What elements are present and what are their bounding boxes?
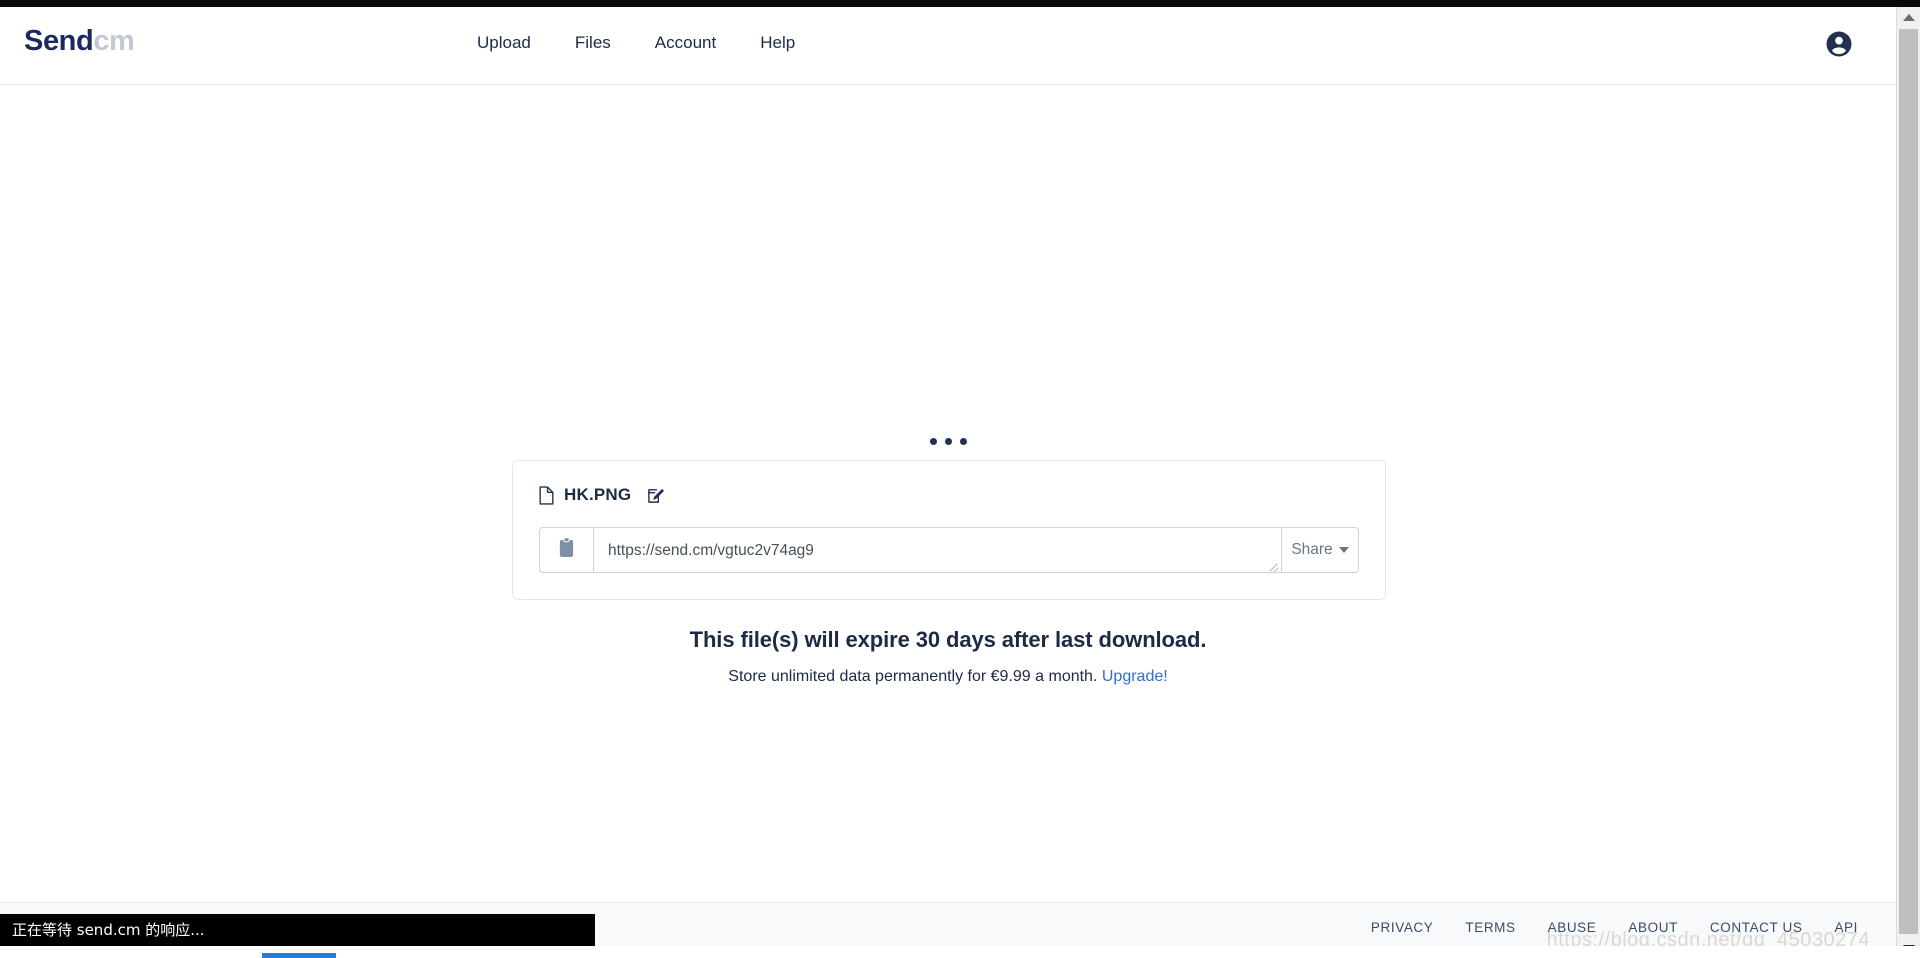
dot-2 — [944, 437, 952, 445]
file-title-row: HK.PNG — [539, 485, 1359, 505]
main-navigation: Upload Files Account Help — [455, 31, 817, 55]
footer-link-abuse[interactable]: ABUSE — [1532, 918, 1613, 938]
copy-to-clipboard-button[interactable] — [539, 527, 593, 573]
dot-3 — [959, 437, 967, 445]
site-logo[interactable]: Sendcm — [24, 23, 135, 59]
footer-link-api[interactable]: API — [1818, 918, 1874, 938]
share-dropdown-button[interactable]: Share — [1281, 527, 1359, 573]
chevron-down-icon — [1338, 547, 1349, 553]
clipboard-icon — [558, 537, 575, 563]
taskbar-active-indicator — [262, 953, 336, 958]
vertical-scrollbar[interactable] — [1896, 7, 1920, 958]
page-viewport: Sendcm Upload Files Account Help HK.PNG … — [0, 7, 1896, 958]
browser-status-bar: 正在等待 send.cm 的响应... — [0, 914, 595, 946]
share-link-value: https://send.cm/vgtuc2v74ag9 — [608, 542, 814, 559]
footer-links: PRIVACY TERMS ABUSE ABOUT CONTACT US API — [1355, 918, 1874, 938]
share-link-textarea[interactable]: https://send.cm/vgtuc2v74ag9 — [593, 527, 1281, 573]
scroll-up-arrow-icon[interactable] — [1897, 7, 1920, 27]
site-header: Sendcm Upload Files Account Help — [0, 7, 1896, 85]
nav-item-account[interactable]: Account — [633, 31, 738, 55]
file-name-label: HK.PNG — [564, 485, 632, 504]
edit-pencil-icon[interactable] — [647, 487, 664, 504]
loading-dots-indicator — [0, 433, 1896, 445]
upgrade-link[interactable]: Upgrade! — [1102, 668, 1168, 685]
footer-link-about[interactable]: ABOUT — [1612, 918, 1694, 938]
main-content: HK.PNG https://send.cm/vgtuc2v74ag9 Shar… — [0, 85, 1896, 902]
expiry-notice: This file(s) will expire 30 days after l… — [689, 627, 1207, 652]
logo-text-secondary: cm — [93, 25, 135, 57]
file-share-card: HK.PNG https://send.cm/vgtuc2v74ag9 Shar… — [512, 460, 1386, 600]
share-link-row: https://send.cm/vgtuc2v74ag9 Share — [539, 527, 1359, 573]
footer-link-contact-us[interactable]: CONTACT US — [1694, 918, 1819, 938]
upgrade-notice-text: Store unlimited data permanently for €9.… — [728, 668, 1098, 685]
share-button-label: Share — [1291, 541, 1333, 558]
footer-link-terms[interactable]: TERMS — [1449, 918, 1531, 938]
upgrade-notice: Store unlimited data permanently for €9.… — [0, 665, 1896, 689]
nav-item-upload[interactable]: Upload — [455, 31, 553, 55]
textarea-resize-handle[interactable] — [1267, 559, 1279, 571]
browser-window: Sendcm Upload Files Account Help HK.PNG … — [0, 0, 1920, 958]
file-icon — [539, 485, 554, 505]
nav-item-files[interactable]: Files — [553, 31, 633, 55]
browser-chrome-bar — [0, 0, 1920, 7]
nav-item-help[interactable]: Help — [738, 31, 817, 55]
footer-link-privacy[interactable]: PRIVACY — [1355, 918, 1449, 938]
logo-text-primary: Send — [24, 25, 94, 57]
dot-1 — [929, 437, 937, 445]
account-circle-icon[interactable] — [1824, 29, 1854, 59]
scrollbar-thumb[interactable] — [1899, 29, 1918, 934]
